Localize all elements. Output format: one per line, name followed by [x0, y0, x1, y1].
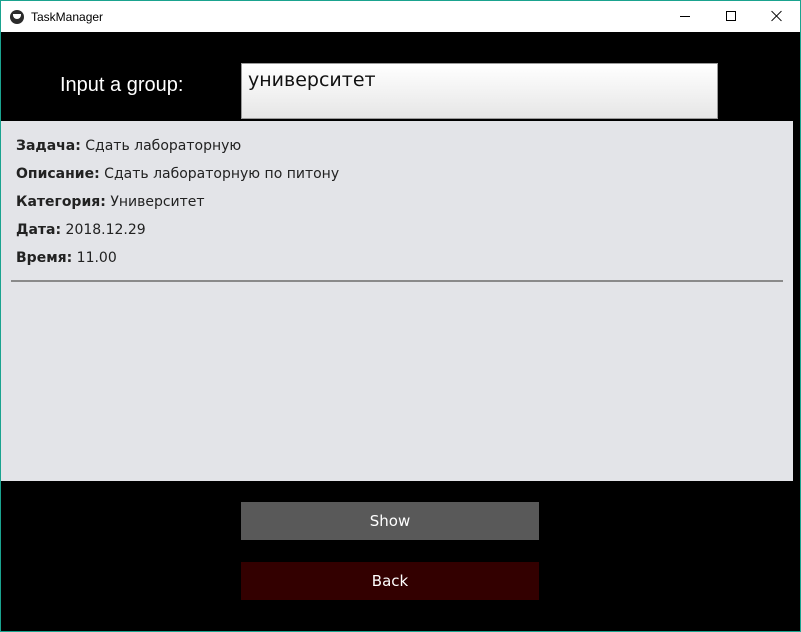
task-field-label: Задача: [16, 138, 81, 154]
minimize-icon [680, 16, 690, 17]
task-field-value: Университет [110, 194, 205, 210]
close-icon [771, 10, 783, 22]
task-field-category: Категория: Университет [16, 194, 205, 210]
task-field-title: Задача: Сдать лабораторную [16, 138, 241, 154]
task-field-value: 2018.12.29 [65, 222, 146, 238]
maximize-button[interactable] [708, 1, 754, 32]
task-field-label: Категория: [16, 194, 106, 210]
maximize-icon [726, 11, 736, 21]
task-field-date: Дата: 2018.12.29 [16, 222, 146, 238]
task-field-label: Описание: [16, 166, 100, 182]
window-controls [662, 1, 800, 32]
task-field-label: Время: [16, 250, 73, 266]
close-button[interactable] [754, 1, 800, 32]
window-title: TaskManager [31, 9, 104, 24]
show-button[interactable]: Show [241, 502, 539, 540]
task-field-value: 11.00 [76, 250, 117, 266]
app-logo-icon [10, 9, 24, 24]
task-field-time: Время: 11.00 [16, 250, 117, 266]
task-field-value: Сдать лабораторную по питону [104, 166, 340, 182]
task-field-description: Описание: Сдать лабораторную по питону [16, 166, 339, 182]
app-window: TaskManager Input a group: университет З… [0, 0, 801, 632]
task-field-value: Сдать лабораторную [85, 138, 242, 154]
title-bar[interactable]: TaskManager [1, 1, 800, 32]
task-panel: Задача: Сдать лабораторную Описание: Сда… [1, 121, 793, 481]
group-input[interactable]: университет [241, 63, 718, 119]
minimize-button[interactable] [662, 1, 708, 32]
group-label: Input a group: [60, 74, 184, 96]
task-divider [11, 280, 783, 282]
task-field-label: Дата: [16, 222, 62, 238]
back-button[interactable]: Back [241, 562, 539, 600]
